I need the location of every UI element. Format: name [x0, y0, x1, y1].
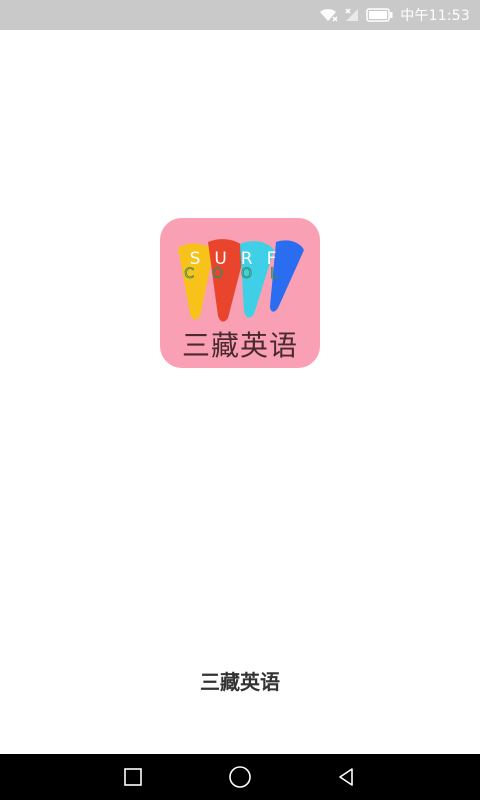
- recent-apps-icon: [124, 768, 142, 786]
- recent-apps-button[interactable]: [103, 754, 163, 800]
- icon-caption: 三藏英语: [181, 329, 298, 362]
- app-logo: SURF COOL 三藏英语: [160, 218, 320, 368]
- battery-icon: [366, 7, 394, 23]
- home-button[interactable]: [210, 754, 270, 800]
- back-icon: [339, 768, 353, 786]
- status-bar: 中午11:53: [0, 0, 480, 30]
- icon-text-cool: COOL: [184, 266, 296, 282]
- home-icon: [229, 766, 251, 788]
- status-time: 中午11:53: [400, 8, 470, 24]
- nav-bar: [0, 754, 480, 800]
- signal-icon: [344, 7, 360, 23]
- back-button[interactable]: [316, 754, 376, 800]
- app-name: 三藏英语: [200, 670, 280, 694]
- splash-screen: SURF COOL 三藏英语 三藏英语: [0, 30, 480, 754]
- wifi-icon: [318, 7, 338, 23]
